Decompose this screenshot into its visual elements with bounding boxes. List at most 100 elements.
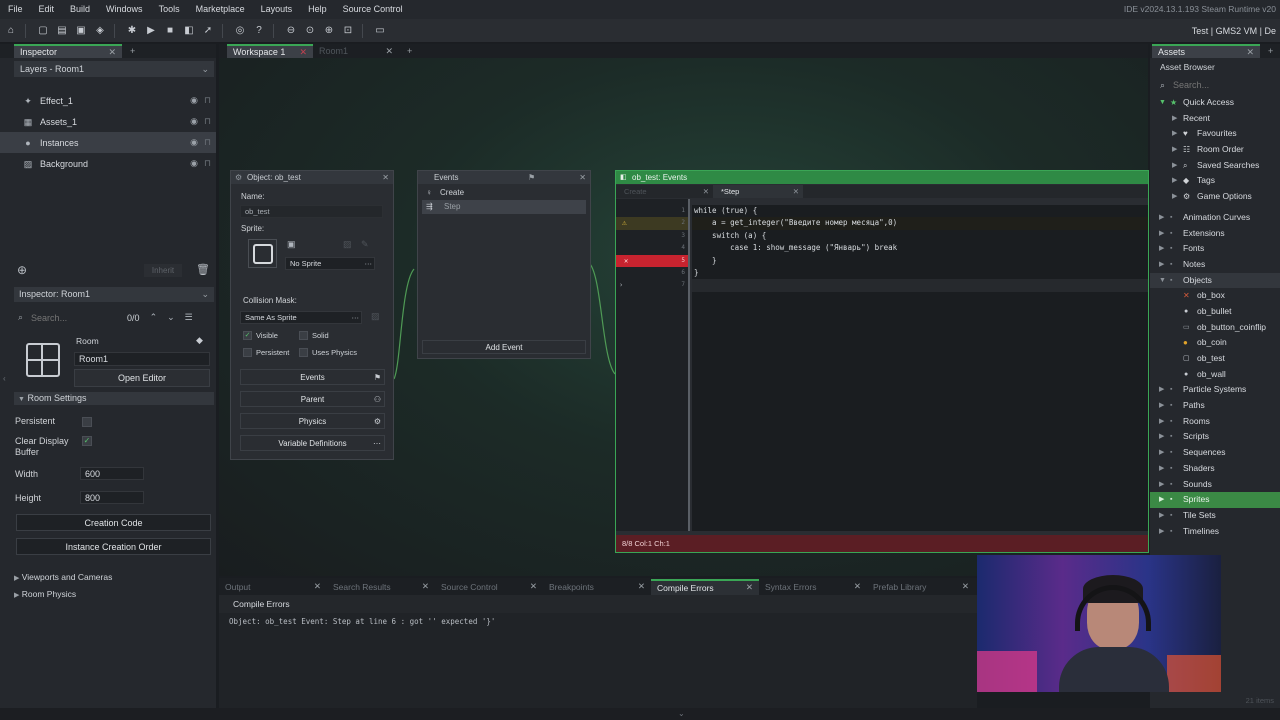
clear-display-checkbox[interactable]: ✓ (82, 436, 92, 446)
chevron-down-icon[interactable]: ⌄ (167, 312, 175, 323)
menu-build[interactable]: Build (62, 0, 98, 19)
close-icon[interactable]: ✕ (703, 187, 709, 196)
chevron-down-icon[interactable]: ⌄ (201, 64, 209, 75)
collision-mask-select[interactable]: Same As Sprite ⋯ (240, 311, 362, 324)
zoom-reset-icon[interactable]: ⊙ (302, 23, 318, 39)
run-icon[interactable]: ▶ (143, 23, 159, 39)
tab-workspace-1[interactable]: Workspace 1 ✕ (227, 44, 313, 58)
eye-icon[interactable]: ◉ (190, 137, 198, 148)
events-button[interactable]: Events ⚑ (240, 369, 385, 385)
tab-inspector[interactable]: Inspector ✕ (14, 44, 122, 58)
sprite-settings-icon[interactable]: ▨ (343, 239, 352, 250)
add-tab-icon[interactable]: + (1268, 46, 1273, 56)
tab-source-control[interactable]: Source Control ✕ (435, 579, 543, 595)
asset-search-input[interactable] (1169, 78, 1270, 92)
tree-group[interactable]: ▶ ▪ Particle Systems (1150, 382, 1280, 398)
close-icon[interactable]: ✕ (1246, 47, 1254, 58)
more-icon[interactable]: ⋯ (365, 258, 373, 270)
tag-icon[interactable]: ◆ (196, 335, 203, 346)
uses-physics-checkbox[interactable] (299, 348, 308, 357)
tree-group[interactable]: ▶ ▪ Tile Sets (1150, 508, 1280, 524)
solid-checkbox[interactable] (299, 331, 308, 340)
sprite-preview[interactable] (248, 239, 277, 268)
creation-code-button[interactable]: Creation Code (16, 514, 211, 531)
code-area[interactable]: while (true) { a = get_integer("Введите … (692, 205, 1148, 531)
menu-windows[interactable]: Windows (98, 0, 151, 19)
variable-definitions-button[interactable]: Variable Definitions ⋯ (240, 435, 385, 451)
close-icon[interactable]: ✕ (579, 171, 586, 184)
tab-prefab-library[interactable]: Prefab Library ✕ (867, 579, 975, 595)
visible-checkbox[interactable]: ✓ (243, 331, 252, 340)
tree-group[interactable]: ▶ ▪ Timelines (1150, 524, 1280, 540)
layer-row-background[interactable]: ▨ Background ◉ ⊓ (0, 153, 216, 174)
chevron-down-icon[interactable]: ⌄ (678, 708, 685, 720)
persistent-checkbox[interactable] (82, 417, 92, 427)
close-icon[interactable]: ✕ (746, 582, 753, 593)
tree-group[interactable]: ▶ ▪ Animation Curves (1150, 210, 1280, 226)
viewports-header[interactable]: ▶ Viewports and Cameras (14, 572, 112, 582)
tree-group[interactable]: ▶ ▪ Scripts (1150, 429, 1280, 445)
edit-mask-icon[interactable]: ▨ (371, 311, 380, 322)
menu-icon[interactable]: ☰ (185, 312, 193, 323)
flag-icon[interactable]: ⚑ (528, 171, 535, 184)
eye-icon[interactable]: ◉ (190, 158, 198, 169)
event-item-step[interactable]: ⇶ Step (422, 200, 586, 214)
object-name-field[interactable]: ob_test (240, 205, 383, 218)
close-icon[interactable]: ✕ (382, 171, 389, 184)
room-name-field[interactable]: Room1 (74, 352, 210, 366)
physics-button[interactable]: Physics ⚙ (240, 413, 385, 429)
add-layer-icon[interactable]: ⊕ (17, 263, 27, 277)
zoom-out-icon[interactable]: ⊖ (283, 23, 299, 39)
tree-recent[interactable]: ▶ Recent (1150, 111, 1280, 127)
tree-group[interactable]: ▶ ▪ Sequences (1150, 445, 1280, 461)
close-icon[interactable]: ✕ (854, 581, 861, 592)
tab-create[interactable]: Create ✕ (616, 187, 713, 196)
add-tab-icon[interactable]: + (407, 46, 412, 56)
close-icon[interactable]: ✕ (962, 581, 969, 592)
lock-icon[interactable]: ⊓ (204, 95, 211, 106)
tab-output[interactable]: Output ✕ (219, 579, 327, 595)
more-icon[interactable]: ⋯ (352, 312, 360, 324)
new-project-icon[interactable]: ▢ (35, 23, 51, 39)
debug-icon[interactable]: ✱ (124, 23, 140, 39)
menu-marketplace[interactable]: Marketplace (188, 0, 253, 19)
parent-button[interactable]: Parent ⚇ (240, 391, 385, 407)
layer-row-instances[interactable]: ● Instances ◉ ⊓ (0, 132, 216, 153)
menu-help[interactable]: Help (300, 0, 335, 19)
tab-room1[interactable]: Room1 ✕ (313, 44, 399, 58)
tab-assets[interactable]: Assets ✕ (1152, 44, 1260, 58)
stop-icon[interactable]: ■ (162, 23, 178, 39)
event-item-create[interactable]: ♀ Create (418, 186, 590, 200)
add-tab-icon[interactable]: + (130, 46, 135, 56)
tree-group[interactable]: ▶ ▪ Shaders (1150, 461, 1280, 477)
layer-row-effect[interactable]: ✦ Effect_1 ◉ ⊓ (0, 90, 216, 111)
tree-group[interactable]: ▶ ▪ Rooms (1150, 414, 1280, 430)
tree-object-item[interactable]: ▭ ob_button_coinflip (1150, 320, 1280, 336)
close-icon[interactable]: ✕ (530, 581, 537, 592)
preferences-icon[interactable]: ▭ (372, 23, 388, 39)
tree-object-item[interactable]: ● ob_coin (1150, 335, 1280, 351)
close-icon[interactable]: ✕ (638, 581, 645, 592)
tree-objects[interactable]: ▼ ▪ Objects (1150, 272, 1280, 289)
tab-syntax-errors[interactable]: Syntax Errors ✕ (759, 579, 867, 595)
package-icon[interactable]: ◈ (92, 23, 108, 39)
layer-row-assets[interactable]: ▦ Assets_1 ◉ ⊓ (0, 111, 216, 132)
tree-saved-searches[interactable]: ▶ ⌕ Saved Searches (1150, 158, 1280, 174)
tree-room-order[interactable]: ▶ ☷ Room Order (1150, 142, 1280, 158)
tree-group[interactable]: ▶ ▪ Notes (1150, 257, 1280, 273)
delete-layer-icon[interactable]: 🗑 (196, 263, 210, 276)
inspector-search-input[interactable] (27, 311, 114, 324)
tab-compile-errors[interactable]: Compile Errors ✕ (651, 578, 759, 595)
tree-object-item[interactable]: ✕ ob_box (1150, 288, 1280, 304)
workspace-area[interactable]: Workspace 1 ✕ Room1 ✕ + ⚙ Object: ob_tes… (219, 44, 1149, 576)
room-physics-header[interactable]: ▶ Room Physics (14, 589, 76, 599)
home-icon[interactable]: ⌂ (3, 23, 19, 39)
open-project-icon[interactable]: ▤ (54, 23, 70, 39)
layers-header[interactable]: Layers - Room1 ⌄ (14, 61, 214, 77)
persistent-checkbox[interactable] (243, 348, 252, 357)
close-icon[interactable]: ✕ (385, 46, 393, 57)
tree-quick-access[interactable]: ▼ ★ Quick Access (1150, 95, 1280, 111)
tree-group[interactable]: ▶ ▪ Fonts (1150, 241, 1280, 257)
chevron-down-icon[interactable]: ⌄ (201, 287, 209, 302)
tree-group[interactable]: ▶ ▪ Extensions (1150, 226, 1280, 242)
